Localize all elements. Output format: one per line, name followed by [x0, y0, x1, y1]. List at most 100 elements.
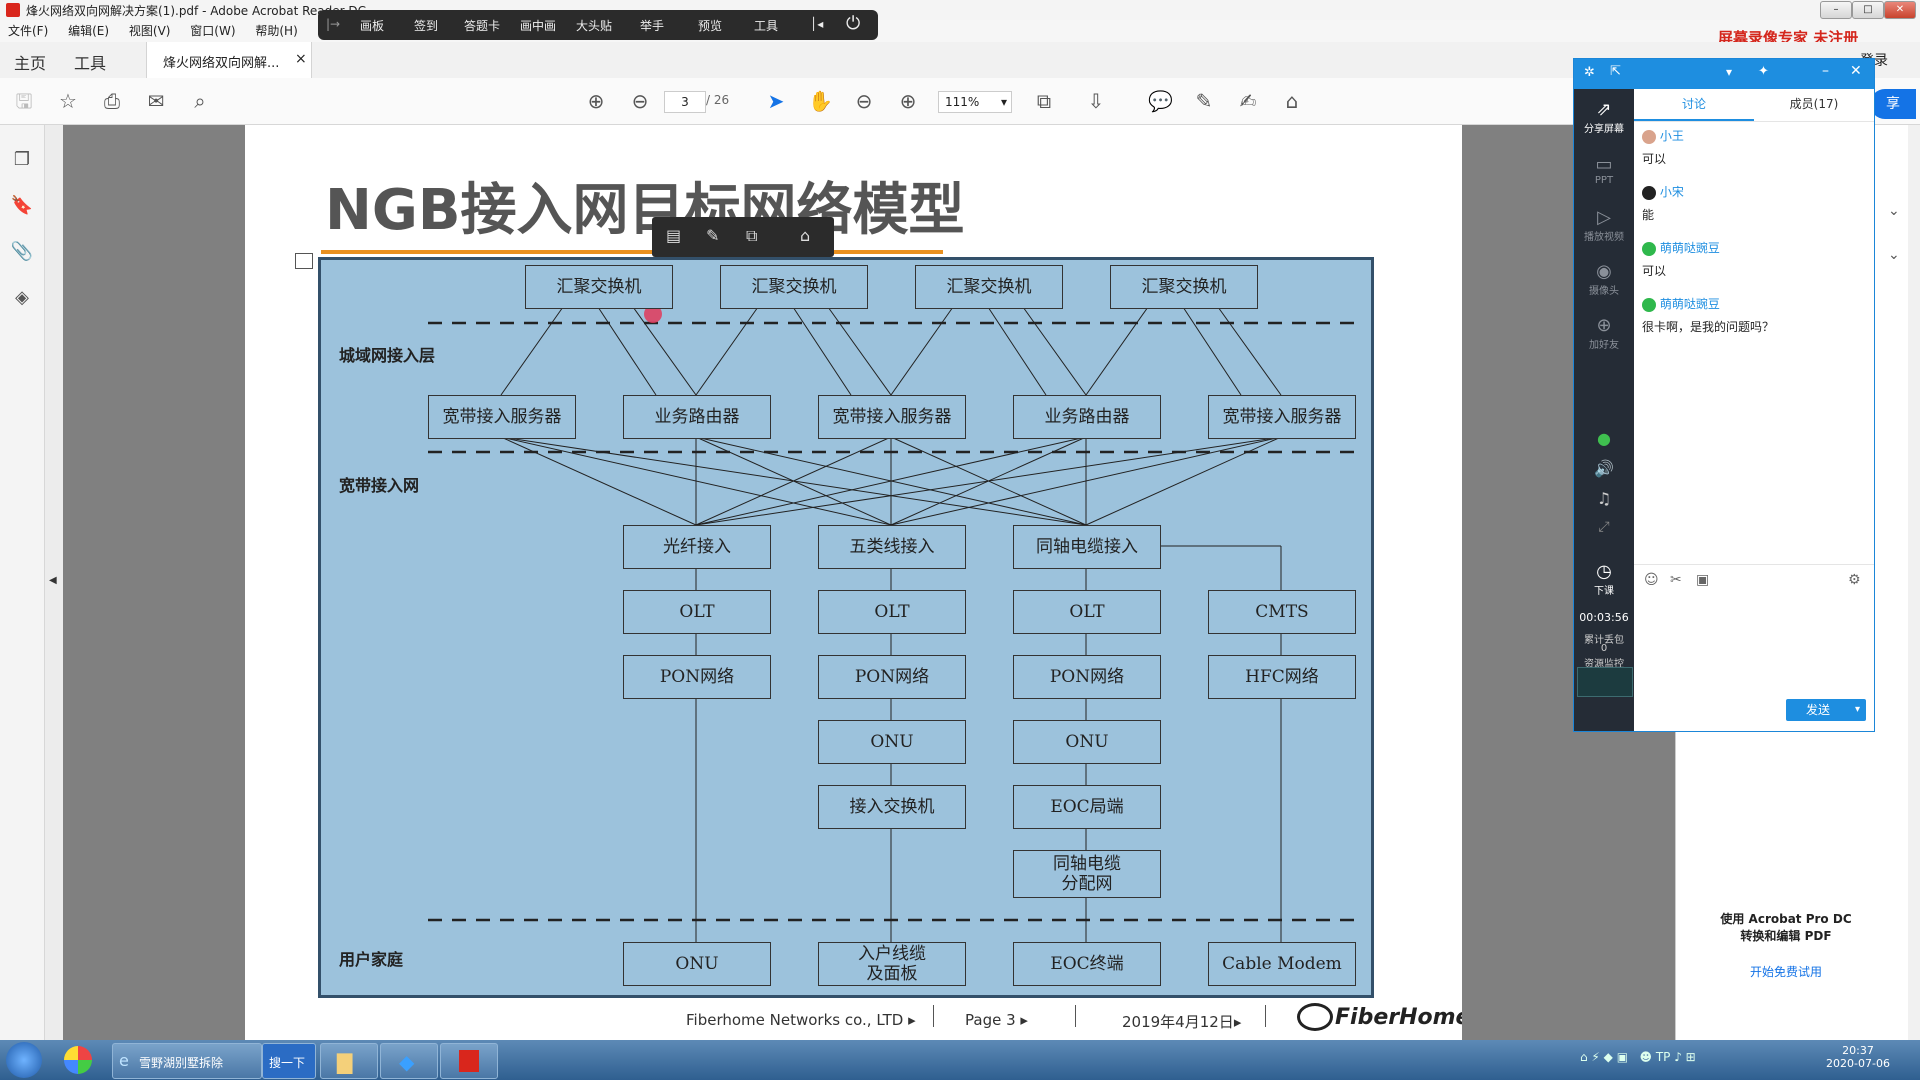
minimize-button[interactable]: –: [1820, 1, 1852, 19]
page-number-input[interactable]: 3: [664, 91, 706, 113]
zoom-select[interactable]: 111% ▾: [938, 91, 1012, 113]
free-trial-link[interactable]: 开始免费试用: [1676, 963, 1896, 980]
gear-icon[interactable]: ⚙: [1848, 572, 1861, 588]
pin-icon[interactable]: ✦: [1758, 64, 1769, 79]
zoom-in-icon[interactable]: ⊕: [896, 89, 920, 113]
share-screen-button[interactable]: ⇗ 分享屏幕: [1574, 99, 1634, 135]
meeting-sticker[interactable]: 大头贴: [576, 17, 612, 34]
fullscreen-icon[interactable]: ⤢: [1574, 519, 1634, 535]
menu-window[interactable]: 窗口(W): [190, 24, 235, 38]
tab-document[interactable]: 烽火网络双向网解... ×: [146, 42, 312, 78]
message-author[interactable]: 萌萌哒豌豆: [1660, 241, 1720, 255]
camera-button[interactable]: ◉ 摄像头: [1574, 261, 1634, 297]
add-friend-button[interactable]: ⊕ 加好友: [1574, 315, 1634, 351]
meeting-raise-hand[interactable]: 举手: [640, 17, 664, 34]
tab-members[interactable]: 成员(17): [1754, 89, 1874, 119]
close-tab-icon[interactable]: ×: [295, 51, 307, 67]
meeting-preview[interactable]: 预览: [698, 17, 722, 34]
comment-icon[interactable]: ▤: [666, 226, 681, 245]
send-button[interactable]: 发送 ▾: [1786, 699, 1866, 721]
task-ie[interactable]: e 雪野湖别墅拆除: [112, 1043, 262, 1079]
menu-edit[interactable]: 编辑(E): [68, 24, 109, 38]
mic-icon[interactable]: ●: [1574, 429, 1634, 448]
task-explorer[interactable]: ▇: [320, 1043, 378, 1079]
bookmark-icon[interactable]: 🔖: [10, 195, 34, 219]
task-search[interactable]: 搜一下: [262, 1043, 316, 1079]
menu-help[interactable]: 帮助(H): [255, 24, 297, 38]
image-icon[interactable]: ▣: [1696, 572, 1709, 588]
scroll-mode-icon[interactable]: ⇩: [1084, 89, 1108, 113]
sign-icon[interactable]: ✍: [1236, 89, 1260, 113]
comment-icon[interactable]: 💬: [1148, 89, 1173, 113]
message-author[interactable]: 小王: [1660, 129, 1684, 143]
share-icon[interactable]: ⇱: [1610, 64, 1621, 79]
speaker-icon[interactable]: 🔊: [1574, 459, 1634, 478]
collapse-strip[interactable]: ◀: [45, 125, 63, 1040]
meeting-whiteboard[interactable]: 画板: [360, 17, 384, 34]
clock[interactable]: 20:37 2020-07-06: [1818, 1044, 1898, 1070]
next-page-icon[interactable]: ⊖: [628, 89, 652, 113]
meeting-tools[interactable]: 工具: [754, 17, 778, 34]
link-line: [1182, 306, 1242, 396]
settings-icon[interactable]: ✲: [1584, 65, 1595, 80]
pages-icon[interactable]: ❐: [10, 149, 34, 173]
music-icon[interactable]: ♫: [1574, 489, 1634, 508]
app-icon[interactable]: [64, 1046, 92, 1074]
select-tool-icon[interactable]: ➤: [764, 89, 788, 113]
highlight-icon[interactable]: ✎: [1192, 89, 1216, 113]
mail-icon[interactable]: ✉: [144, 89, 168, 113]
search-icon[interactable]: ⌕: [188, 89, 212, 113]
share-button[interactable]: 享: [1870, 89, 1916, 119]
tray-icons[interactable]: ⌂ ⚡ ◆ ▣ ☻ TP ♪ ⊞: [1580, 1050, 1696, 1064]
meeting-signin[interactable]: 签到: [414, 17, 438, 34]
prev-page-icon[interactable]: ⊕: [584, 89, 608, 113]
ppt-button[interactable]: ▭ PPT: [1574, 154, 1634, 186]
meeting-answer-card[interactable]: 答题卡: [464, 17, 500, 34]
ppt-icon: ▭: [1595, 154, 1613, 175]
end-class-button[interactable]: ◷ 下课: [1574, 561, 1634, 597]
chevron-down-icon[interactable]: ⌄: [1888, 247, 1900, 263]
copy-icon[interactable]: ⧉: [746, 226, 757, 246]
menu-file[interactable]: 文件(F): [8, 24, 48, 38]
stamp-icon[interactable]: ⌂: [1280, 89, 1304, 113]
close-button[interactable]: ✕: [1884, 1, 1916, 19]
message-author[interactable]: 小宋: [1660, 185, 1684, 199]
hand-tool-icon[interactable]: ✋: [808, 89, 833, 113]
emoji-icon[interactable]: ☺: [1644, 572, 1659, 588]
menu-view[interactable]: 视图(V): [129, 24, 171, 38]
star-icon[interactable]: ☆: [56, 89, 80, 113]
power-icon[interactable]: ⏻: [846, 13, 860, 34]
dropdown-icon[interactable]: ▾: [1726, 65, 1732, 79]
chevron-down-icon[interactable]: ⌄: [1888, 203, 1900, 219]
scissors-icon[interactable]: ✂: [1670, 572, 1682, 588]
play-video-button[interactable]: ▷ 播放视频: [1574, 207, 1634, 243]
maximize-button[interactable]: □: [1852, 1, 1884, 19]
fit-page-icon[interactable]: ⧉: [1032, 89, 1056, 113]
onu-node: ONU: [818, 720, 966, 764]
meeting-pip[interactable]: 画中画: [520, 17, 556, 34]
message-author[interactable]: 萌萌哒豌豆: [1660, 297, 1720, 311]
grip-icon[interactable]: |→: [326, 17, 340, 31]
print-icon[interactable]: ⎙: [100, 89, 124, 113]
checkbox-icon[interactable]: [295, 253, 313, 269]
tab-discussion[interactable]: 讨论: [1634, 89, 1754, 121]
stamp-icon[interactable]: ⌂: [800, 226, 810, 245]
task-acrobat[interactable]: [440, 1043, 498, 1079]
avatar: [1642, 129, 1656, 144]
chat-input[interactable]: [1642, 594, 1866, 654]
attachment-icon[interactable]: 📎: [10, 241, 34, 265]
pen-icon[interactable]: ✎: [706, 226, 719, 245]
start-button[interactable]: [6, 1042, 42, 1078]
zoom-out-icon[interactable]: ⊖: [852, 89, 876, 113]
minimize-icon[interactable]: –: [1822, 63, 1829, 79]
close-icon[interactable]: ✕: [1850, 63, 1862, 79]
tab-home[interactable]: 主页: [14, 50, 46, 74]
layers-icon[interactable]: ◈: [10, 287, 34, 311]
expand-icon[interactable]: │◂: [810, 17, 823, 31]
task-meeting[interactable]: ◆: [380, 1043, 438, 1079]
tab-tools[interactable]: 工具: [74, 50, 106, 74]
dropdown-icon[interactable]: ▾: [1855, 699, 1860, 721]
save-icon[interactable]: 🖫: [12, 89, 36, 113]
scrollbar[interactable]: [1908, 125, 1920, 1040]
collapse-arrow-icon[interactable]: ◀: [49, 575, 57, 586]
